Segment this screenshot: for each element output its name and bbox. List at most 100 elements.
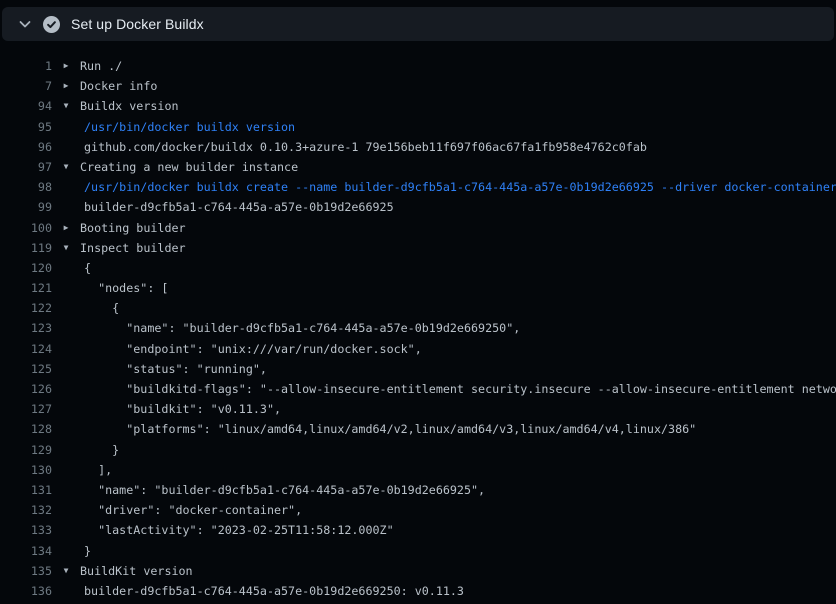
log-group-line[interactable]: 97 ▼ Creating a new builder instance: [0, 157, 836, 177]
log-text: "buildkit": "v0.11.3",: [84, 399, 836, 419]
line-number[interactable]: 124: [0, 339, 52, 359]
group-toggle-icon: [52, 339, 84, 359]
line-number[interactable]: 133: [0, 520, 52, 540]
line-number[interactable]: 129: [0, 440, 52, 460]
group-toggle-icon: [52, 117, 84, 137]
log-line: 127 "buildkit": "v0.11.3",: [0, 399, 836, 419]
log-text: Docker info: [80, 76, 836, 96]
line-number[interactable]: 98: [0, 177, 52, 197]
log-line: 133 "lastActivity": "2023-02-25T11:58:12…: [0, 520, 836, 540]
group-toggle-icon: ▶: [52, 56, 80, 76]
log-line: 131 "name": "builder-d9cfb5a1-c764-445a-…: [0, 480, 836, 500]
line-number[interactable]: 125: [0, 359, 52, 379]
log-text: "nodes": [: [84, 278, 836, 298]
log-line: 130 ],: [0, 460, 836, 480]
log-lines: 1 ▶ Run ./ 7 ▶ Docker info 94 ▼ Buildx v…: [0, 41, 836, 601]
log-text: "lastActivity": "2023-02-25T11:58:12.000…: [84, 520, 836, 540]
group-toggle-icon: [52, 480, 84, 500]
step-header[interactable]: Set up Docker Buildx: [2, 7, 834, 41]
log-line: 123 "name": "builder-d9cfb5a1-c764-445a-…: [0, 318, 836, 338]
log-group-line[interactable]: 100 ▶ Booting builder: [0, 218, 836, 238]
group-toggle-icon: ▶: [52, 218, 80, 238]
chevron-down-icon[interactable]: [18, 17, 32, 31]
log-text: "driver": "docker-container",: [84, 500, 836, 520]
log-line: 126 "buildkitd-flags": "--allow-insecure…: [0, 379, 836, 399]
group-toggle-icon: ▼: [52, 157, 80, 177]
line-number[interactable]: 127: [0, 399, 52, 419]
group-toggle-icon: [52, 137, 84, 157]
log-group-line[interactable]: 135 ▼ BuildKit version: [0, 561, 836, 581]
line-number[interactable]: 126: [0, 379, 52, 399]
group-toggle-icon: [52, 298, 84, 318]
line-number[interactable]: 120: [0, 258, 52, 278]
line-number[interactable]: 134: [0, 541, 52, 561]
log-text: github.com/docker/buildx 0.10.3+azure-1 …: [84, 137, 836, 157]
log-text: Creating a new builder instance: [80, 157, 836, 177]
log-text: "name": "builder-d9cfb5a1-c764-445a-a57e…: [84, 480, 836, 500]
log-text: "name": "builder-d9cfb5a1-c764-445a-a57e…: [84, 318, 836, 338]
log-text: "platforms": "linux/amd64,linux/amd64/v2…: [84, 419, 836, 439]
group-toggle-icon: [52, 258, 84, 278]
log-group-line[interactable]: 119 ▼ Inspect builder: [0, 238, 836, 258]
log-line: 120 {: [0, 258, 836, 278]
log-text: builder-d9cfb5a1-c764-445a-a57e-0b19d2e6…: [84, 197, 836, 217]
log-text: "status": "running",: [84, 359, 836, 379]
log-text: /usr/bin/docker buildx version: [84, 117, 836, 137]
log-text: Run ./: [80, 56, 836, 76]
line-number[interactable]: 119: [0, 238, 52, 258]
line-number[interactable]: 135: [0, 561, 52, 581]
log-line: 95 /usr/bin/docker buildx version: [0, 117, 836, 137]
line-number[interactable]: 123: [0, 318, 52, 338]
line-number[interactable]: 99: [0, 197, 52, 217]
line-number[interactable]: 95: [0, 117, 52, 137]
group-toggle-icon: [52, 460, 84, 480]
line-number[interactable]: 122: [0, 298, 52, 318]
log-text: {: [84, 258, 836, 278]
log-text: BuildKit version: [80, 561, 836, 581]
line-number[interactable]: 128: [0, 419, 52, 439]
step-title: Set up Docker Buildx: [71, 16, 204, 32]
group-toggle-icon: [52, 197, 84, 217]
log-text: "buildkitd-flags": "--allow-insecure-ent…: [84, 379, 836, 399]
log-line: 99 builder-d9cfb5a1-c764-445a-a57e-0b19d…: [0, 197, 836, 217]
log-text: /usr/bin/docker buildx create --name bui…: [84, 177, 836, 197]
log-group-line[interactable]: 1 ▶ Run ./: [0, 56, 836, 76]
log-text: Buildx version: [80, 96, 836, 116]
log-text: {: [84, 298, 836, 318]
group-toggle-icon: ▼: [52, 96, 80, 116]
group-toggle-icon: ▶: [52, 76, 80, 96]
line-number[interactable]: 131: [0, 480, 52, 500]
check-circle-icon: [43, 16, 60, 33]
line-number[interactable]: 97: [0, 157, 52, 177]
log-line: 132 "driver": "docker-container",: [0, 500, 836, 520]
log-line: 129 }: [0, 440, 836, 460]
line-number[interactable]: 132: [0, 500, 52, 520]
log-text: "endpoint": "unix:///var/run/docker.sock…: [84, 339, 836, 359]
log-line: 122 {: [0, 298, 836, 318]
group-toggle-icon: [52, 419, 84, 439]
group-toggle-icon: ▼: [52, 238, 80, 258]
line-number[interactable]: 100: [0, 218, 52, 238]
line-number[interactable]: 130: [0, 460, 52, 480]
line-number[interactable]: 96: [0, 137, 52, 157]
log-text: ],: [84, 460, 836, 480]
line-number[interactable]: 121: [0, 278, 52, 298]
log-text: }: [84, 440, 836, 460]
log-line: 96 github.com/docker/buildx 0.10.3+azure…: [0, 137, 836, 157]
group-toggle-icon: ▼: [52, 561, 80, 581]
group-toggle-icon: [52, 581, 84, 601]
line-number[interactable]: 1: [0, 56, 52, 76]
log-line: 134 }: [0, 541, 836, 561]
log-text: Booting builder: [80, 218, 836, 238]
group-toggle-icon: [52, 440, 84, 460]
line-number[interactable]: 94: [0, 96, 52, 116]
log-line: 98 /usr/bin/docker buildx create --name …: [0, 177, 836, 197]
line-number[interactable]: 7: [0, 76, 52, 96]
line-number[interactable]: 136: [0, 581, 52, 601]
log-group-line[interactable]: 7 ▶ Docker info: [0, 76, 836, 96]
log-group-line[interactable]: 94 ▼ Buildx version: [0, 96, 836, 116]
group-toggle-icon: [52, 318, 84, 338]
log-line: 124 "endpoint": "unix:///var/run/docker.…: [0, 339, 836, 359]
group-toggle-icon: [52, 278, 84, 298]
log-line: 125 "status": "running",: [0, 359, 836, 379]
